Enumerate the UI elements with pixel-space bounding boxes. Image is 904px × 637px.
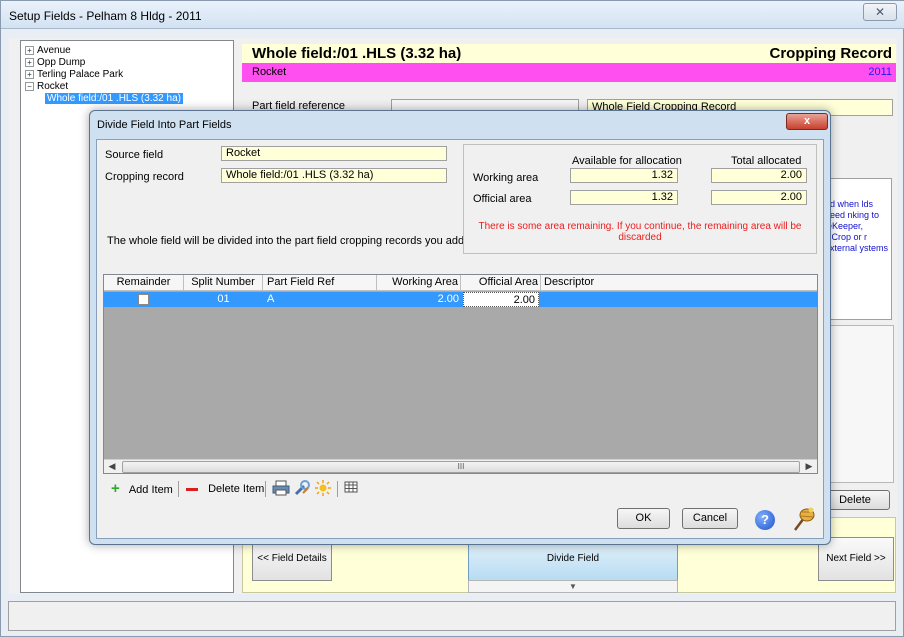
- expand-icon[interactable]: +: [25, 45, 34, 55]
- grid-header: Remainder Split Number Part Field Ref Wo…: [104, 275, 817, 291]
- status-bar: [8, 601, 896, 631]
- help-icon[interactable]: ?: [755, 510, 775, 530]
- toolbar-separator: [337, 481, 338, 497]
- tree-item-label: Whole field:/01 .HLS (3.32 ha): [45, 93, 183, 104]
- butterfly-net-icon[interactable]: [792, 506, 816, 532]
- official-area-total: 2.00: [711, 190, 807, 205]
- dialog-title: Divide Field Into Part Fields: [97, 119, 232, 131]
- source-field-label: Source field: [105, 149, 164, 161]
- column-header-split-number[interactable]: Split Number: [184, 275, 263, 291]
- tree-item-whole-field[interactable]: Whole field:/01 .HLS (3.32 ha): [45, 93, 183, 104]
- official-area-available: 1.32: [570, 190, 678, 205]
- cropping-record-value: Whole field:/01 .HLS (3.32 ha): [221, 168, 447, 183]
- grid-icon[interactable]: [344, 480, 358, 498]
- division-description: The whole field will be divided into the…: [107, 235, 468, 247]
- tree-item-label: Terling Palace Park: [37, 69, 124, 80]
- toolbar-separator: [178, 481, 179, 497]
- add-item-label: Add Item: [128, 484, 173, 496]
- field-title: Whole field:/01 .HLS (3.32 ha): [252, 45, 462, 62]
- column-header-remainder[interactable]: Remainder: [104, 275, 184, 291]
- column-header-working-area[interactable]: Working Area: [377, 275, 461, 291]
- main-close-button[interactable]: ✕: [863, 3, 897, 21]
- scroll-thumb[interactable]: III: [122, 461, 800, 473]
- add-item-button[interactable]: + Add Item: [111, 480, 173, 498]
- available-for-allocation-header: Available for allocation: [572, 155, 682, 167]
- expand-icon[interactable]: +: [25, 57, 34, 67]
- column-header-descriptor[interactable]: Descriptor: [541, 275, 817, 291]
- table-row[interactable]: 01 A 2.00 2.00: [104, 292, 817, 307]
- remainder-checkbox[interactable]: [138, 294, 149, 305]
- ok-button[interactable]: OK: [617, 508, 670, 529]
- grid-toolbar: + Add Item Delete Item: [103, 478, 818, 500]
- column-header-official-area[interactable]: Official Area: [461, 275, 541, 291]
- tree-item-label: Rocket: [37, 81, 69, 92]
- main-title-bar: Setup Fields - Pelham 8 Hldg - 2011 ✕: [1, 1, 904, 29]
- main-window-title: Setup Fields - Pelham 8 Hldg - 2011: [9, 9, 202, 23]
- tree-item-opp-dump[interactable]: + Opp Dump: [25, 57, 85, 68]
- horizontal-scrollbar[interactable]: ◀ III ▶: [104, 459, 817, 473]
- scroll-left-icon[interactable]: ◀: [104, 460, 120, 474]
- cancel-button[interactable]: Cancel: [682, 508, 738, 529]
- crop-year: 2011: [868, 66, 892, 78]
- plus-icon: +: [111, 480, 120, 497]
- split-number-cell[interactable]: 01: [184, 292, 263, 307]
- working-area-cell[interactable]: 2.00: [377, 292, 459, 307]
- tree-item-rocket[interactable]: − Rocket: [25, 81, 68, 92]
- tree-item-avenue[interactable]: + Avenue: [25, 45, 71, 56]
- print-icon[interactable]: [272, 480, 290, 498]
- delete-item-label: Delete Item: [208, 483, 265, 495]
- expand-icon[interactable]: +: [25, 69, 34, 79]
- dialog-close-button[interactable]: x: [786, 113, 828, 130]
- cropping-record-label: Cropping record: [105, 171, 184, 183]
- working-area-label: Working area: [473, 172, 539, 184]
- collapse-icon[interactable]: −: [25, 81, 34, 91]
- remaining-area-warning: There is some area remaining. If you con…: [478, 221, 802, 243]
- minus-icon: [186, 487, 198, 491]
- sun-icon[interactable]: [315, 480, 331, 498]
- working-area-available: 1.32: [570, 168, 678, 183]
- crop-bar: Rocket 2011: [242, 63, 896, 82]
- next-field-button[interactable]: Next Field >>: [818, 537, 894, 581]
- toolbar-separator: [265, 481, 266, 497]
- scroll-right-icon[interactable]: ▶: [801, 460, 817, 474]
- source-field-value: Rocket: [221, 146, 447, 161]
- total-allocated-header: Total allocated: [731, 155, 802, 167]
- official-area-label: Official area: [473, 193, 532, 205]
- crop-name: Rocket: [252, 66, 287, 78]
- divide-field-dropdown-icon[interactable]: ▼: [468, 580, 678, 593]
- descriptor-cell[interactable]: [544, 292, 817, 307]
- tools-icon[interactable]: [293, 480, 311, 498]
- official-area-cell[interactable]: 2.00: [463, 292, 539, 307]
- part-fields-grid[interactable]: Remainder Split Number Part Field Ref Wo…: [103, 274, 818, 474]
- column-header-part-field-ref[interactable]: Part Field Ref: [263, 275, 377, 291]
- cropping-record-title: Cropping Record: [769, 45, 893, 62]
- tree-item-terling-palace-park[interactable]: + Terling Palace Park: [25, 69, 123, 80]
- remainder-cell: [104, 292, 184, 307]
- tree-item-label: Opp Dump: [37, 57, 86, 68]
- working-area-total: 2.00: [711, 168, 807, 183]
- delete-item-button[interactable]: Delete Item: [186, 480, 264, 498]
- part-field-ref-cell[interactable]: A: [267, 292, 377, 307]
- tree-item-label: Avenue: [37, 45, 71, 56]
